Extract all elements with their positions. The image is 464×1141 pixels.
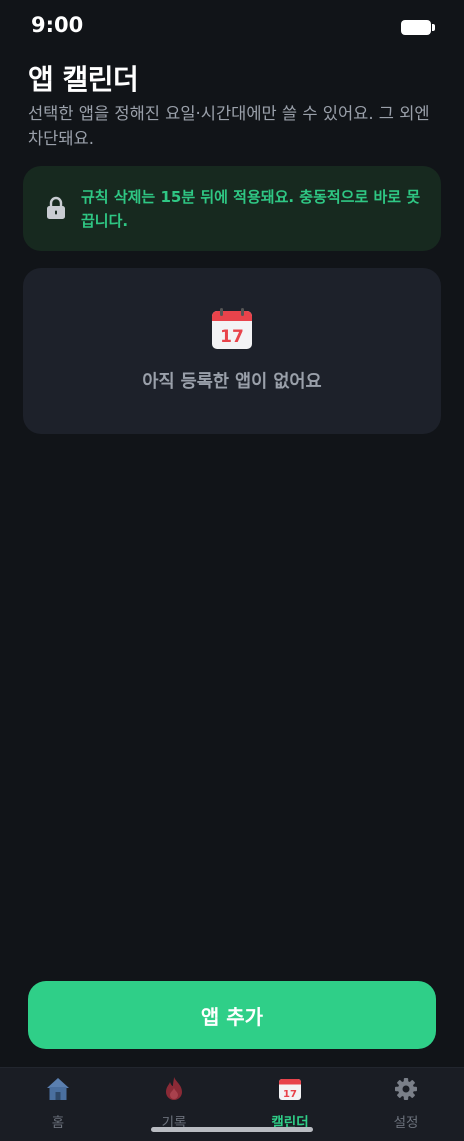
nav-label-home: 홈 [51, 1115, 65, 1131]
empty-state-text: 아직 등록한 앱이 없어요 [142, 372, 322, 392]
home-indicator [151, 1127, 313, 1132]
page-subtitle: 선택한 앱을 정해진 요일·시간대에만 쓸 수 있어요. 그 외엔 차단돼요. [28, 104, 430, 148]
home-icon [47, 1078, 69, 1100]
gear-icon [395, 1078, 417, 1100]
page-title: 앱 캘린더 [28, 63, 139, 96]
calendar-icon: 17 [212, 308, 252, 349]
lock-icon [47, 196, 65, 219]
nav-item-settings[interactable]: 설정 [348, 1068, 464, 1141]
notice-banner: 규칙 삭제는 15분 뒤에 적용돼요. 충동적으로 바로 못 끕니다. [23, 166, 441, 251]
notice-text: 규칙 삭제는 15분 뒤에 적용돼요. 충동적으로 바로 못 끕니다. [81, 188, 421, 230]
add-app-button[interactable]: 앱 추가 [28, 981, 436, 1049]
nav-item-home[interactable]: 홈 [0, 1068, 116, 1141]
empty-state-card: 17 아직 등록한 앱이 없어요 [23, 268, 441, 434]
calendar-day-number: 17 [220, 327, 244, 347]
flame-icon [166, 1077, 182, 1100]
nav-label-settings: 설정 [393, 1115, 419, 1131]
status-time: 9:00 [31, 13, 84, 37]
nav-calendar-day-number: 17 [283, 1089, 297, 1100]
calendar-icon: 17 [279, 1079, 301, 1100]
battery-icon [401, 20, 435, 35]
status-bar: 9:00 [0, 0, 464, 54]
